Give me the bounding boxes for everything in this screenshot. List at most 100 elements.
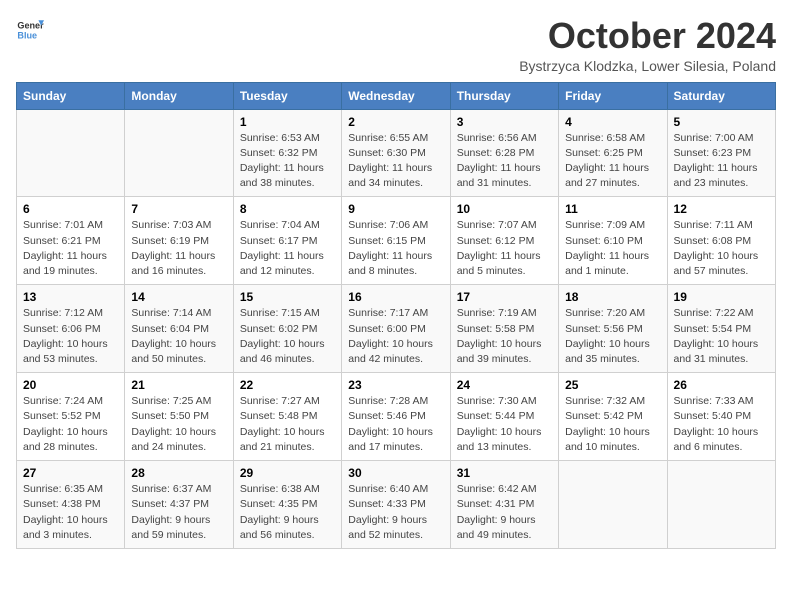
weekday-header-sunday: Sunday — [17, 82, 125, 109]
day-detail: Sunrise: 7:15 AMSunset: 6:02 PMDaylight:… — [240, 306, 335, 367]
day-number: 14 — [131, 290, 226, 304]
calendar-cell: 15 Sunrise: 7:15 AMSunset: 6:02 PMDayligh… — [233, 285, 341, 373]
day-detail: Sunrise: 6:56 AMSunset: 6:28 PMDaylight:… — [457, 131, 552, 192]
weekday-header-saturday: Saturday — [667, 82, 775, 109]
day-detail: Sunrise: 6:37 AMSunset: 4:37 PMDaylight:… — [131, 482, 226, 543]
day-number: 13 — [23, 290, 118, 304]
calendar-cell: 1 Sunrise: 6:53 AMSunset: 6:32 PMDaylight… — [233, 109, 341, 197]
day-number: 31 — [457, 466, 552, 480]
day-detail: Sunrise: 7:03 AMSunset: 6:19 PMDaylight:… — [131, 218, 226, 279]
day-number: 11 — [565, 202, 660, 216]
day-detail: Sunrise: 6:40 AMSunset: 4:33 PMDaylight:… — [348, 482, 443, 543]
calendar-cell: 9Sunrise: 7:06 AMSunset: 6:15 PMDaylight… — [342, 197, 450, 285]
day-number: 15 — [240, 290, 335, 304]
day-detail: Sunrise: 7:14 AMSunset: 6:04 PMDaylight:… — [131, 306, 226, 367]
calendar-cell: 5 Sunrise: 7:00 AMSunset: 6:23 PMDaylight… — [667, 109, 775, 197]
calendar-cell: 19 Sunrise: 7:22 AMSunset: 5:54 PMDayligh… — [667, 285, 775, 373]
calendar-cell: 30 Sunrise: 6:40 AMSunset: 4:33 PMDayligh… — [342, 461, 450, 549]
calendar-cell: 4 Sunrise: 6:58 AMSunset: 6:25 PMDaylight… — [559, 109, 667, 197]
calendar-cell: 21 Sunrise: 7:25 AMSunset: 5:50 PMDayligh… — [125, 373, 233, 461]
svg-text:Blue: Blue — [17, 30, 37, 40]
day-detail: Sunrise: 6:53 AMSunset: 6:32 PMDaylight:… — [240, 131, 335, 192]
day-detail: Sunrise: 6:35 AMSunset: 4:38 PMDaylight:… — [23, 482, 118, 543]
day-number: 30 — [348, 466, 443, 480]
day-detail: Sunrise: 7:11 AMSunset: 6:08 PMDaylight:… — [674, 218, 769, 279]
calendar-cell — [667, 461, 775, 549]
day-number: 16 — [348, 290, 443, 304]
day-number: 8 — [240, 202, 335, 216]
title-block: October 2024 Bystrzyca Klodzka, Lower Si… — [519, 16, 776, 74]
day-number: 20 — [23, 378, 118, 392]
day-number: 19 — [674, 290, 769, 304]
day-detail: Sunrise: 7:20 AMSunset: 5:56 PMDaylight:… — [565, 306, 660, 367]
day-number: 7 — [131, 202, 226, 216]
day-detail: Sunrise: 7:09 AMSunset: 6:10 PMDaylight:… — [565, 218, 660, 279]
day-detail: Sunrise: 6:58 AMSunset: 6:25 PMDaylight:… — [565, 131, 660, 192]
calendar-cell: 29 Sunrise: 6:38 AMSunset: 4:35 PMDayligh… — [233, 461, 341, 549]
calendar-cell: 3 Sunrise: 6:56 AMSunset: 6:28 PMDaylight… — [450, 109, 558, 197]
day-detail: Sunrise: 7:25 AMSunset: 5:50 PMDaylight:… — [131, 394, 226, 455]
day-number: 29 — [240, 466, 335, 480]
day-detail: Sunrise: 7:04 AMSunset: 6:17 PMDaylight:… — [240, 218, 335, 279]
day-detail: Sunrise: 7:22 AMSunset: 5:54 PMDaylight:… — [674, 306, 769, 367]
calendar-cell: 22 Sunrise: 7:27 AMSunset: 5:48 PMDayligh… — [233, 373, 341, 461]
day-detail: Sunrise: 6:38 AMSunset: 4:35 PMDaylight:… — [240, 482, 335, 543]
day-detail: Sunrise: 7:33 AMSunset: 5:40 PMDaylight:… — [674, 394, 769, 455]
day-number: 6 — [23, 202, 118, 216]
calendar-cell: 6 Sunrise: 7:01 AMSunset: 6:21 PMDaylight… — [17, 197, 125, 285]
day-detail: Sunrise: 7:24 AMSunset: 5:52 PMDaylight:… — [23, 394, 118, 455]
logo-icon: General Blue — [16, 16, 44, 44]
day-number: 4 — [565, 115, 660, 129]
calendar-cell: 12Sunrise: 7:11 AMSunset: 6:08 PMDayligh… — [667, 197, 775, 285]
day-detail: Sunrise: 7:17 AMSunset: 6:00 PMDaylight:… — [348, 306, 443, 367]
calendar-cell — [125, 109, 233, 197]
day-detail: Sunrise: 7:01 AMSunset: 6:21 PMDaylight:… — [23, 218, 118, 279]
calendar-cell: 25Sunrise: 7:32 AMSunset: 5:42 PMDayligh… — [559, 373, 667, 461]
calendar-table: SundayMondayTuesdayWednesdayThursdayFrid… — [16, 82, 776, 549]
weekday-header-wednesday: Wednesday — [342, 82, 450, 109]
day-number: 24 — [457, 378, 552, 392]
day-number: 23 — [348, 378, 443, 392]
calendar-cell: 10Sunrise: 7:07 AMSunset: 6:12 PMDayligh… — [450, 197, 558, 285]
calendar-cell — [559, 461, 667, 549]
day-number: 5 — [674, 115, 769, 129]
location-subtitle: Bystrzyca Klodzka, Lower Silesia, Poland — [519, 58, 776, 74]
weekday-header-monday: Monday — [125, 82, 233, 109]
calendar-cell: 26 Sunrise: 7:33 AMSunset: 5:40 PMDayligh… — [667, 373, 775, 461]
month-title: October 2024 — [519, 16, 776, 56]
day-number: 18 — [565, 290, 660, 304]
day-detail: Sunrise: 7:12 AMSunset: 6:06 PMDaylight:… — [23, 306, 118, 367]
weekday-header-friday: Friday — [559, 82, 667, 109]
day-number: 21 — [131, 378, 226, 392]
weekday-header-tuesday: Tuesday — [233, 82, 341, 109]
calendar-cell: 8 Sunrise: 7:04 AMSunset: 6:17 PMDaylight… — [233, 197, 341, 285]
day-number: 26 — [674, 378, 769, 392]
calendar-cell: 14 Sunrise: 7:14 AMSunset: 6:04 PMDayligh… — [125, 285, 233, 373]
calendar-cell: 20 Sunrise: 7:24 AMSunset: 5:52 PMDayligh… — [17, 373, 125, 461]
day-number: 10 — [457, 202, 552, 216]
day-detail: Sunrise: 6:42 AMSunset: 4:31 PMDaylight:… — [457, 482, 552, 543]
logo: General Blue General Blue — [16, 16, 44, 44]
calendar-cell: 17Sunrise: 7:19 AMSunset: 5:58 PMDayligh… — [450, 285, 558, 373]
day-number: 3 — [457, 115, 552, 129]
calendar-cell: 11 Sunrise: 7:09 AMSunset: 6:10 PMDayligh… — [559, 197, 667, 285]
calendar-cell: 24Sunrise: 7:30 AMSunset: 5:44 PMDayligh… — [450, 373, 558, 461]
calendar-cell: 2 Sunrise: 6:55 AMSunset: 6:30 PMDaylight… — [342, 109, 450, 197]
day-detail: Sunrise: 6:55 AMSunset: 6:30 PMDaylight:… — [348, 131, 443, 192]
calendar-cell: 7 Sunrise: 7:03 AMSunset: 6:19 PMDaylight… — [125, 197, 233, 285]
day-number: 22 — [240, 378, 335, 392]
day-number: 2 — [348, 115, 443, 129]
day-number: 1 — [240, 115, 335, 129]
day-detail: Sunrise: 7:00 AMSunset: 6:23 PMDaylight:… — [674, 131, 769, 192]
calendar-cell: 28 Sunrise: 6:37 AMSunset: 4:37 PMDayligh… — [125, 461, 233, 549]
day-detail: Sunrise: 7:19 AMSunset: 5:58 PMDaylight:… — [457, 306, 552, 367]
day-number: 28 — [131, 466, 226, 480]
weekday-header-thursday: Thursday — [450, 82, 558, 109]
calendar-cell: 27 Sunrise: 6:35 AMSunset: 4:38 PMDayligh… — [17, 461, 125, 549]
day-number: 27 — [23, 466, 118, 480]
day-number: 25 — [565, 378, 660, 392]
day-detail: Sunrise: 7:28 AMSunset: 5:46 PMDaylight:… — [348, 394, 443, 455]
day-detail: Sunrise: 7:27 AMSunset: 5:48 PMDaylight:… — [240, 394, 335, 455]
calendar-cell: 13 Sunrise: 7:12 AMSunset: 6:06 PMDayligh… — [17, 285, 125, 373]
calendar-cell: 31 Sunrise: 6:42 AMSunset: 4:31 PMDayligh… — [450, 461, 558, 549]
